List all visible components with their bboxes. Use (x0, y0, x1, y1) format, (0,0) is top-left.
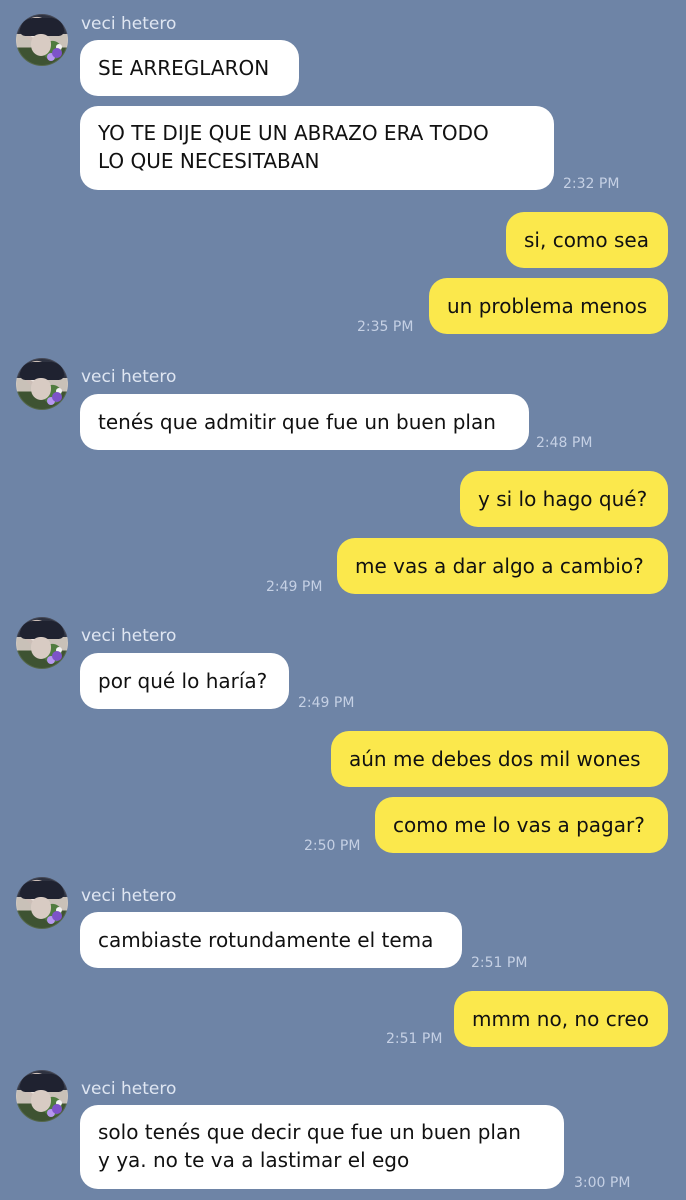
message-text: mmm no, no creo (472, 1007, 650, 1031)
contact-name: veci hetero (81, 1079, 177, 1099)
message-bubble-incoming[interactable]: solo tenés que decir que fue un buen pla… (80, 1105, 564, 1189)
message-bubble-outgoing[interactable]: aún me debes dos mil wones (331, 731, 668, 787)
message-timestamp: 3:00 PM (574, 1175, 631, 1191)
contact-name: veci hetero (81, 367, 177, 387)
message-text: si, como sea (524, 228, 649, 252)
message-bubble-incoming[interactable]: SE ARREGLARON (80, 40, 299, 96)
contact-name: veci hetero (81, 626, 177, 646)
contact-avatar[interactable] (16, 358, 68, 410)
contact-name: veci hetero (81, 886, 177, 906)
message-bubble-outgoing[interactable]: me vas a dar algo a cambio? (337, 538, 668, 594)
chat-screen: veci hetero SE ARREGLARON YO TE DIJE QUE… (0, 0, 686, 1200)
message-bubble-outgoing[interactable]: si, como sea (506, 212, 668, 268)
message-bubble-outgoing[interactable]: un problema menos (429, 278, 668, 334)
message-text: aún me debes dos mil wones (349, 747, 641, 771)
message-text: YO TE DIJE QUE UN ABRAZO ERA TODO LO QUE… (98, 121, 489, 173)
message-timestamp: 2:50 PM (304, 838, 361, 854)
message-text: me vas a dar algo a cambio? (355, 554, 644, 578)
message-timestamp: 2:51 PM (386, 1031, 443, 1047)
contact-avatar[interactable] (16, 877, 68, 929)
message-text: por qué lo haría? (98, 669, 268, 693)
message-bubble-outgoing[interactable]: como me lo vas a pagar? (375, 797, 668, 853)
message-bubble-outgoing[interactable]: y si lo hago qué? (460, 471, 668, 527)
message-timestamp: 2:49 PM (298, 695, 355, 711)
contact-avatar[interactable] (16, 1070, 68, 1122)
message-timestamp: 2:35 PM (357, 319, 414, 335)
message-text: SE ARREGLARON (98, 56, 270, 80)
message-bubble-incoming[interactable]: cambiaste rotundamente el tema (80, 912, 462, 968)
contact-name: veci hetero (81, 14, 177, 34)
message-bubble-outgoing[interactable]: mmm no, no creo (454, 991, 668, 1047)
message-text: como me lo vas a pagar? (393, 813, 645, 837)
message-text: tenés que admitir que fue un buen plan (98, 410, 496, 434)
message-timestamp: 2:48 PM (536, 435, 593, 451)
message-timestamp: 2:32 PM (563, 176, 620, 192)
message-text: cambiaste rotundamente el tema (98, 928, 434, 952)
message-bubble-incoming[interactable]: por qué lo haría? (80, 653, 289, 709)
message-text: y si lo hago qué? (478, 487, 648, 511)
message-bubble-incoming[interactable]: YO TE DIJE QUE UN ABRAZO ERA TODO LO QUE… (80, 106, 554, 190)
message-timestamp: 2:51 PM (471, 955, 528, 971)
message-bubble-incoming[interactable]: tenés que admitir que fue un buen plan (80, 394, 529, 450)
message-text: un problema menos (447, 294, 648, 318)
contact-avatar[interactable] (16, 617, 68, 669)
message-timestamp: 2:49 PM (266, 579, 323, 595)
contact-avatar[interactable] (16, 14, 68, 66)
message-text: solo tenés que decir que fue un buen pla… (98, 1120, 521, 1172)
